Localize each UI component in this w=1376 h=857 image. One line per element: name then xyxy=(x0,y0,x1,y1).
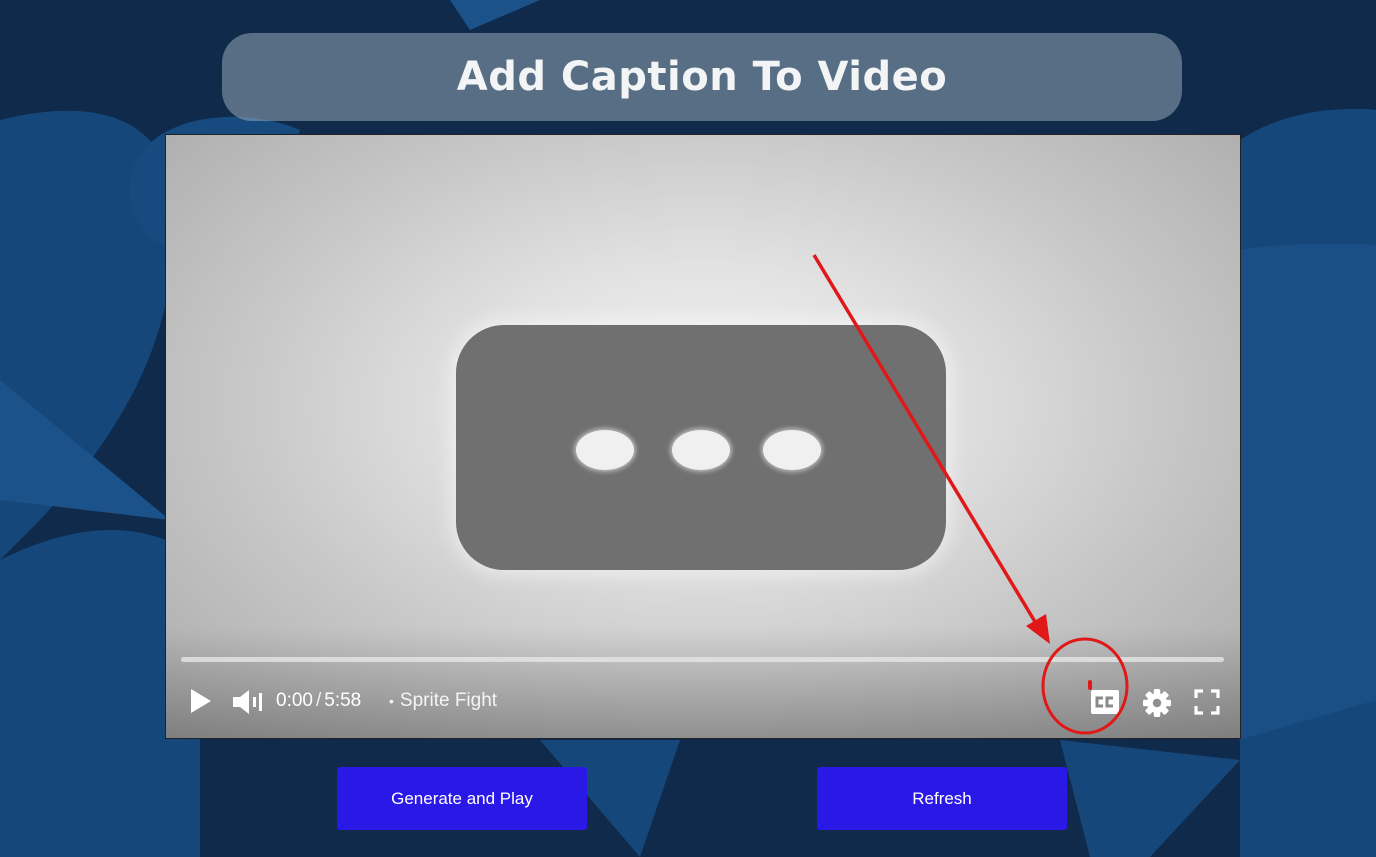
thumbnail-dot xyxy=(576,430,634,470)
closed-captions-icon xyxy=(1091,690,1119,714)
volume-button[interactable] xyxy=(232,688,266,716)
time-display: 0:00/5:58 xyxy=(276,690,361,712)
settings-button[interactable] xyxy=(1142,688,1172,718)
video-player[interactable]: 0:00/5:58 • Sprite Fight xyxy=(165,134,1241,739)
title-banner: Add Caption To Video xyxy=(222,33,1182,121)
controls-overlay xyxy=(166,628,1240,738)
video-title-line: • Sprite Fight xyxy=(389,690,497,712)
fullscreen-button[interactable] xyxy=(1194,689,1220,715)
current-time: 0:00 xyxy=(276,690,313,711)
thumbnail-dot xyxy=(672,430,730,470)
gear-icon xyxy=(1143,689,1171,717)
time-separator: / xyxy=(315,690,322,711)
progress-bar[interactable] xyxy=(181,657,1224,662)
volume-icon xyxy=(233,690,262,714)
title-separator: • xyxy=(389,693,394,709)
refresh-button[interactable]: Refresh xyxy=(817,767,1067,830)
generate-and-play-button[interactable]: Generate and Play xyxy=(337,767,587,830)
video-title: Sprite Fight xyxy=(399,690,498,711)
loading-thumbnail xyxy=(456,325,946,570)
page-title: Add Caption To Video xyxy=(456,54,948,100)
duration: 5:58 xyxy=(324,690,362,711)
captions-button[interactable] xyxy=(1090,688,1120,716)
play-button[interactable] xyxy=(188,687,214,715)
play-icon xyxy=(191,689,211,713)
fullscreen-icon xyxy=(1194,689,1220,715)
thumbnail-dot xyxy=(763,430,821,470)
